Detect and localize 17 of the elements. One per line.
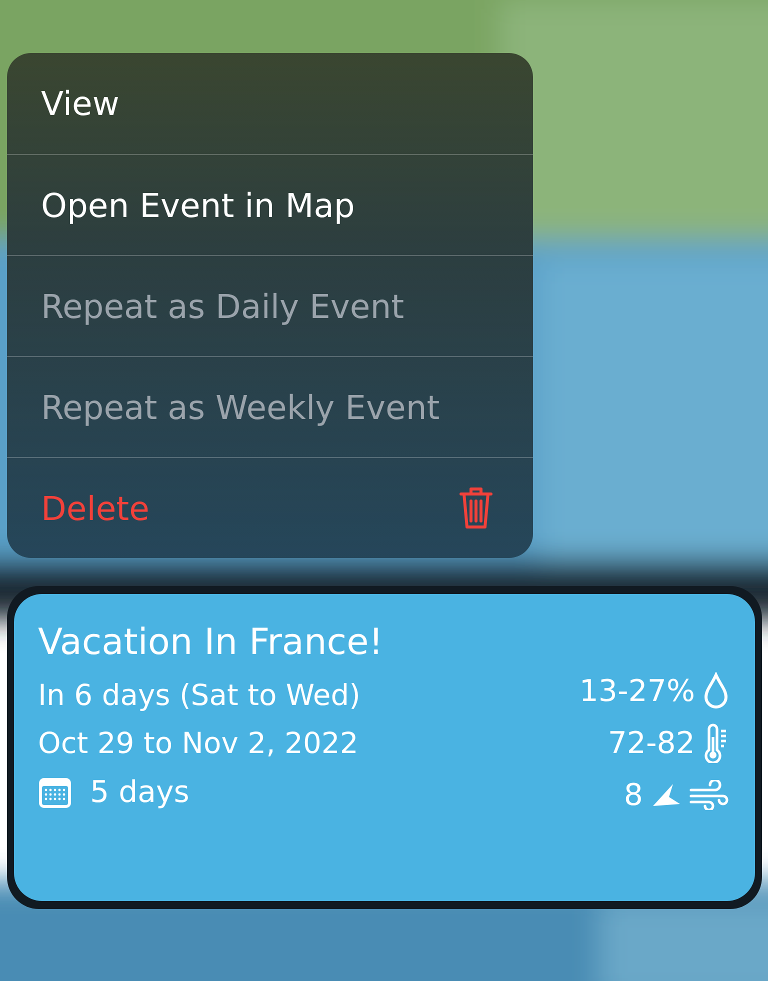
wind-icon	[689, 780, 729, 810]
menu-item[interactable]: View	[7, 53, 533, 154]
weather-reading: 72-82	[608, 726, 695, 760]
raindrop-icon	[703, 672, 729, 710]
thermometer-icon	[703, 723, 729, 763]
weather-reading: 8	[624, 778, 643, 812]
trash-icon	[459, 486, 493, 530]
direction-arrow-icon	[651, 782, 681, 808]
event-card[interactable]: Vacation In France! In 6 days (Sat to Wed) Oct 29 to Nov 2, 2022 5 days 13-27% 72-82 8	[14, 594, 755, 901]
event-title: Vacation In France!	[38, 622, 384, 663]
menu-item[interactable]: Delete	[7, 457, 533, 558]
menu-item[interactable]: Open Event in Map	[7, 154, 533, 255]
event-duration: 5 days	[90, 775, 190, 810]
event-relative-date: In 6 days (Sat to Wed)	[38, 677, 362, 714]
weather-reading: 13-27%	[579, 674, 695, 708]
calendar-icon	[38, 776, 72, 808]
event-dates: Oct 29 to Nov 2, 2022	[38, 725, 360, 762]
